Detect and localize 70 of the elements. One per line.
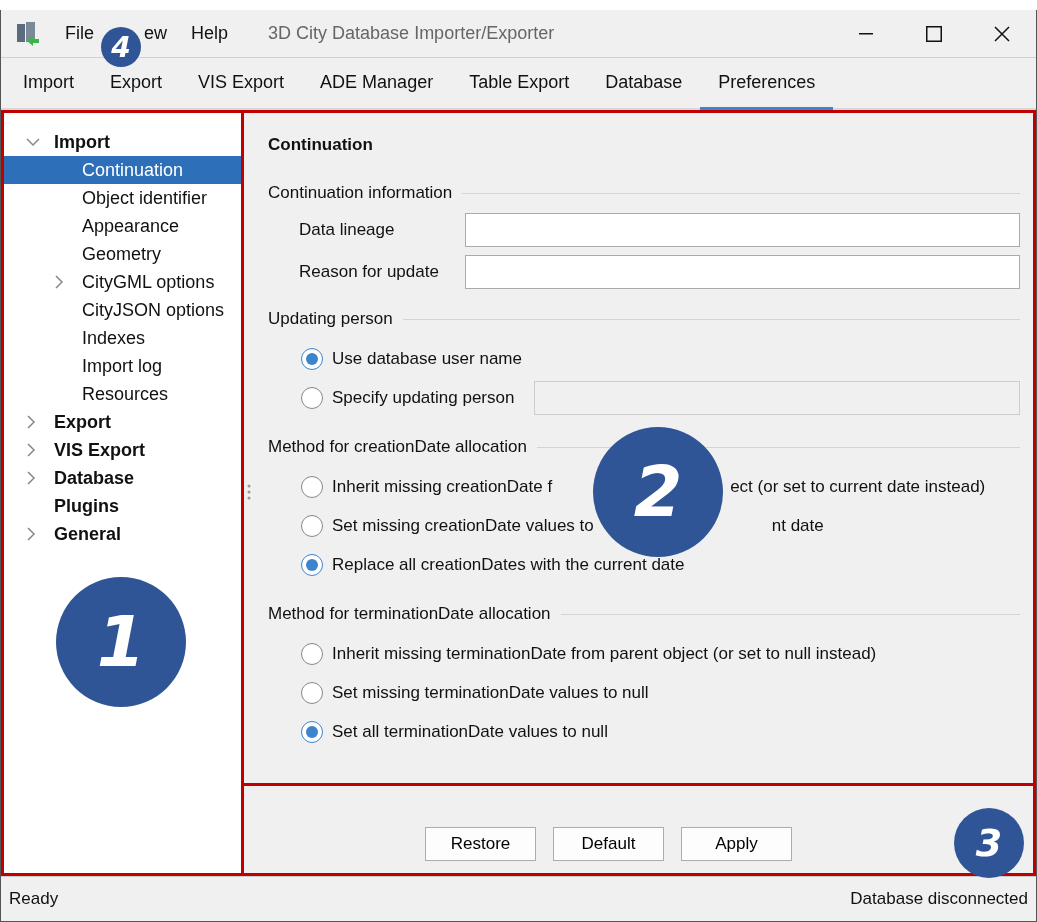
action-button[interactable]: Restore <box>425 827 536 861</box>
radio-button[interactable] <box>301 681 323 704</box>
tree-item[interactable]: Resources <box>4 380 241 408</box>
tab[interactable]: Database <box>587 58 701 110</box>
menu-item[interactable]: File <box>65 23 94 44</box>
chevron-right-icon[interactable] <box>26 527 36 541</box>
chevron-right-icon[interactable] <box>26 471 36 485</box>
chevron-right-icon[interactable] <box>26 443 36 457</box>
action-button[interactable]: Default <box>553 827 664 861</box>
radio-button[interactable] <box>301 553 323 576</box>
radio-label: Set missing creationDate values to <box>332 515 594 536</box>
tab[interactable]: ADE Manager <box>302 58 452 110</box>
panel-title: Continuation <box>268 135 374 155</box>
tree-item[interactable]: CityGML options <box>4 268 241 296</box>
tree-item[interactable]: Geometry <box>4 240 241 268</box>
tree-item[interactable]: Object identifier <box>4 184 241 212</box>
radio-label: Inherit missing creationDate f <box>332 476 553 497</box>
tree-item[interactable]: Export <box>4 408 241 436</box>
radio-label: Set missing terminationDate values to null <box>332 682 649 703</box>
radio-button[interactable] <box>301 514 323 537</box>
minimize-icon <box>859 32 873 35</box>
tree-item[interactable]: General <box>4 520 241 548</box>
chevron-right-icon[interactable] <box>26 415 36 429</box>
tree-item[interactable]: Import <box>4 128 241 156</box>
status-text: Ready <box>9 889 59 909</box>
chevron-down-icon[interactable] <box>26 137 40 147</box>
field-label: Data lineage <box>299 220 396 240</box>
radio-button[interactable] <box>301 475 323 498</box>
tree-item[interactable]: Continuation <box>4 156 241 184</box>
radio-label: Set all terminationDate values to null <box>332 721 608 742</box>
chevron-right-icon[interactable] <box>54 275 64 289</box>
radio-button[interactable] <box>301 720 323 743</box>
group-title: Method for terminationDate allocation <box>268 604 551 624</box>
tab[interactable]: VIS Export <box>180 58 303 110</box>
radio-label: nt date <box>771 515 824 536</box>
group-title: Updating person <box>268 309 393 329</box>
text-field[interactable] <box>465 213 1020 247</box>
app-icon <box>15 20 41 47</box>
action-button[interactable]: Apply <box>681 827 792 861</box>
menu-item[interactable]: ew <box>144 23 168 44</box>
tab[interactable]: Preferences <box>700 58 834 110</box>
radio-button[interactable] <box>301 386 323 409</box>
group-title: Method for creationDate allocation <box>268 437 527 457</box>
tree-item[interactable]: Indexes <box>4 324 241 352</box>
radio-label: Specify updating person <box>332 387 515 408</box>
radio-label: Use database user name <box>332 348 522 369</box>
group-title: Continuation information <box>268 183 453 203</box>
splitter-grip-icon[interactable] <box>247 483 251 501</box>
status-text: Database disconnected <box>850 889 1028 909</box>
tree-item[interactable]: CityJSON options <box>4 296 241 324</box>
tree-item[interactable]: Appearance <box>4 212 241 240</box>
tree-item[interactable]: Plugins <box>4 492 241 520</box>
field-label: Reason for update <box>299 262 440 282</box>
tab[interactable]: Table Export <box>451 58 588 110</box>
tree-item[interactable]: VIS Export <box>4 436 241 464</box>
radio-label: Replace all creationDates with the current date <box>332 554 685 575</box>
menu-item[interactable]: Help <box>191 23 229 44</box>
tab[interactable]: Import <box>5 58 92 110</box>
text-field[interactable] <box>465 255 1020 289</box>
annotation-badge: 2 <box>593 427 723 557</box>
window-title: 3D City Database Importer/Exporter <box>268 23 555 44</box>
annotation-badge: 3 <box>954 808 1024 878</box>
tree-item[interactable]: Import log <box>4 352 241 380</box>
radio-button[interactable] <box>301 642 323 665</box>
radio-label: Inherit missing terminationDate from parent object (or set to null instead) <box>332 643 877 664</box>
close-icon <box>994 25 1010 42</box>
radio-button[interactable] <box>301 347 323 370</box>
radio-label: ect (or set to current date instead) <box>730 476 986 497</box>
maximize-icon <box>926 25 942 42</box>
tree-item[interactable]: Database <box>4 464 241 492</box>
